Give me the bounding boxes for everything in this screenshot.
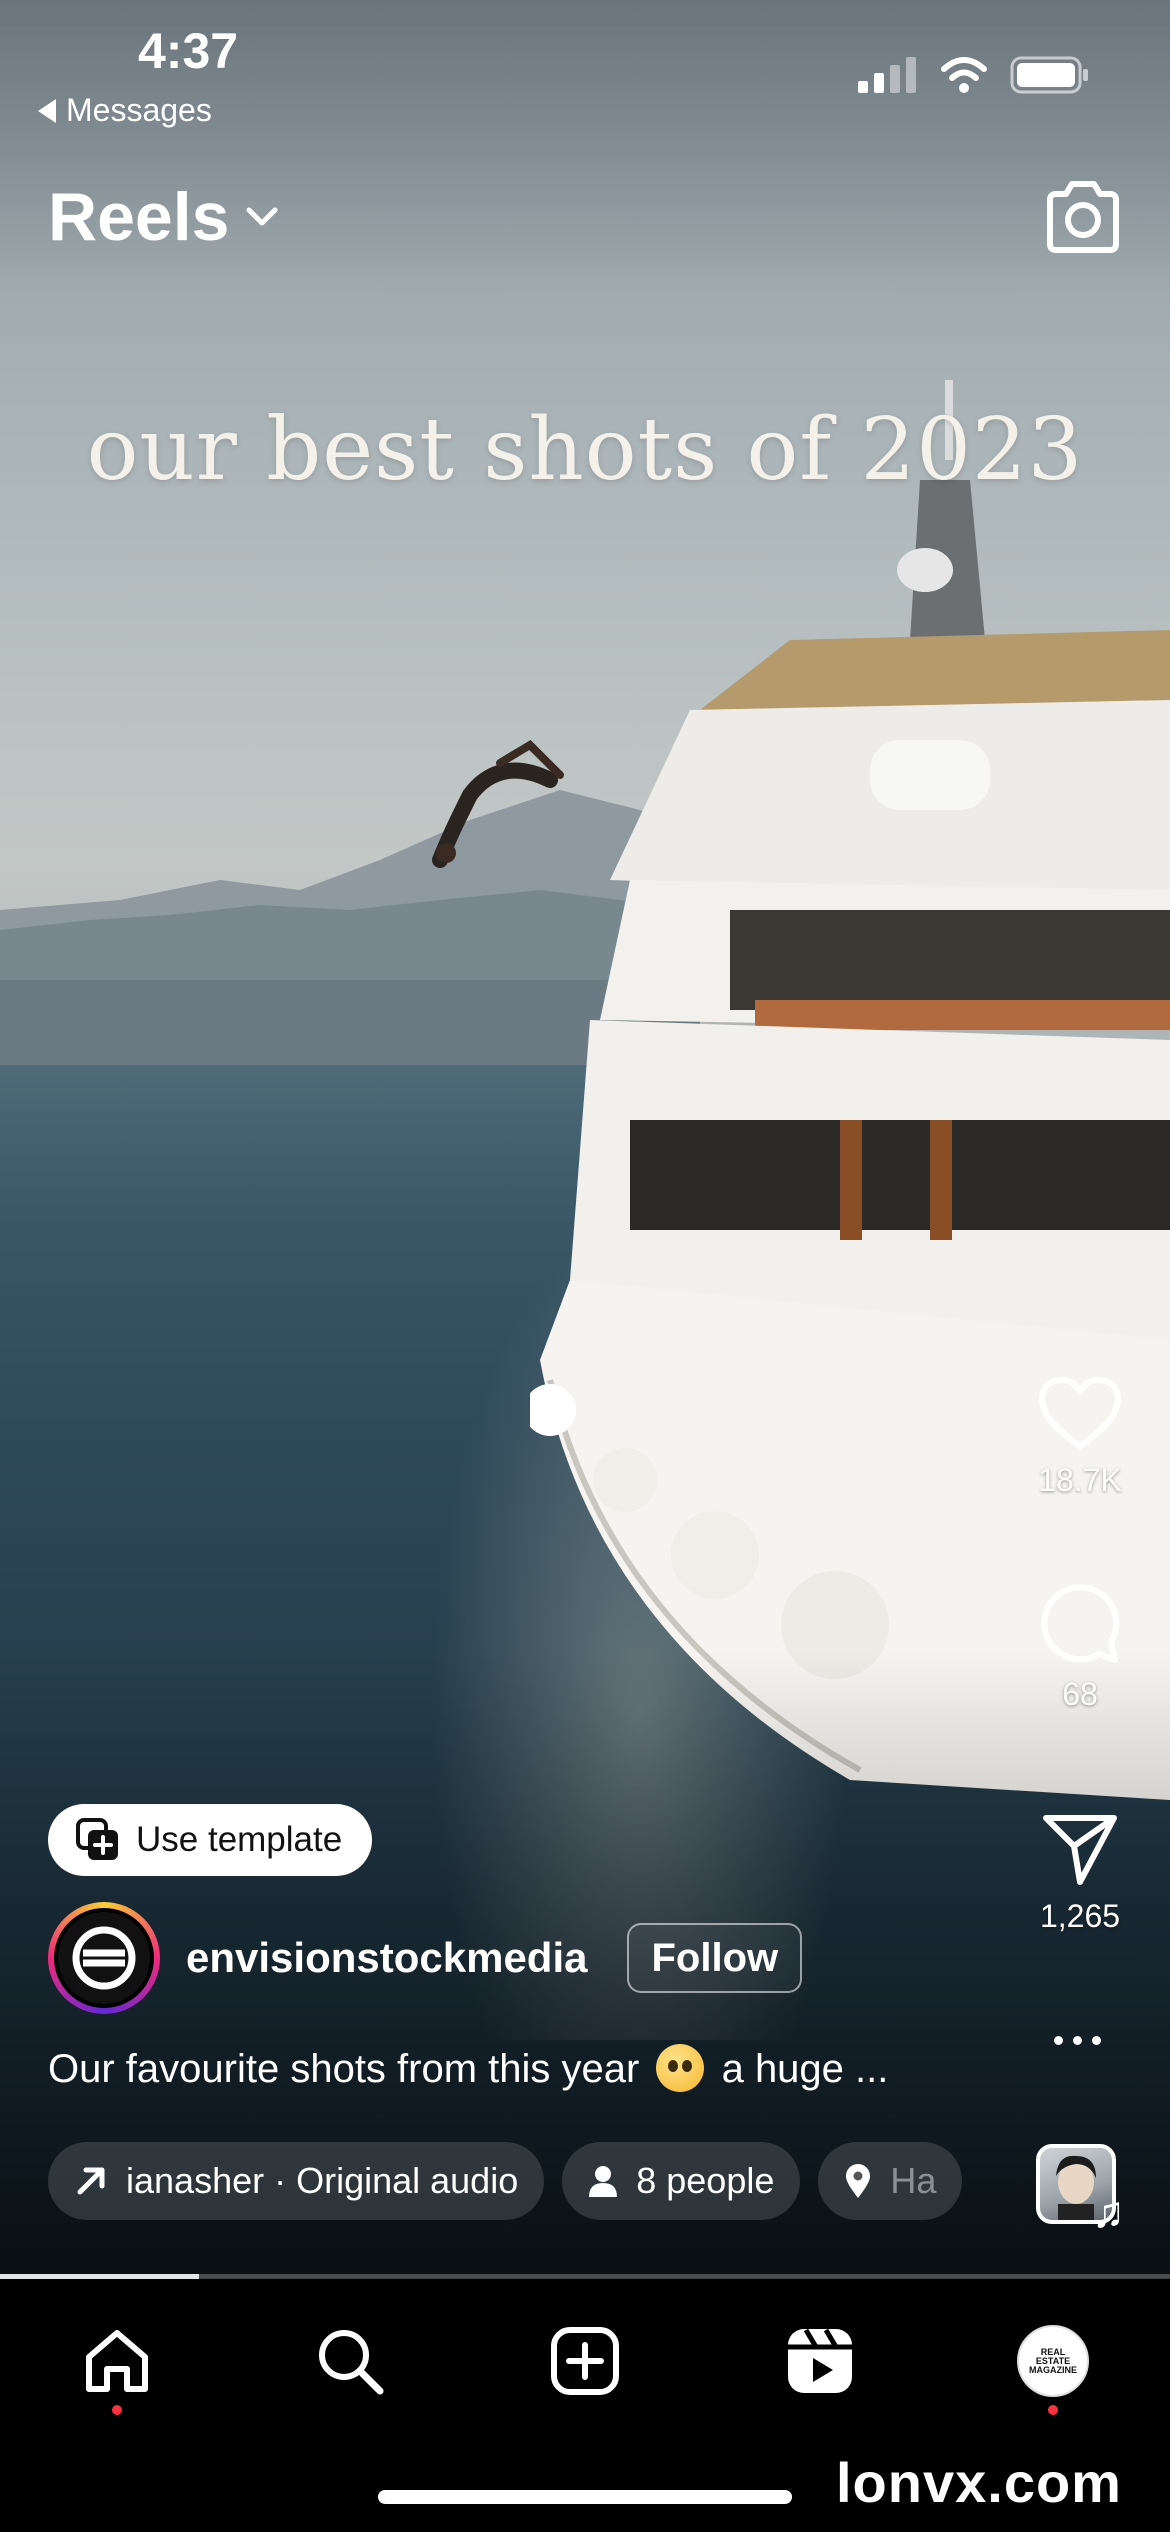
use-template-label: Use template xyxy=(136,1820,343,1859)
author-username[interactable]: envisionstockmedia xyxy=(186,1934,587,1982)
nav-reels[interactable] xyxy=(780,2321,860,2401)
nav-search[interactable] xyxy=(310,2321,390,2401)
heart-icon[interactable] xyxy=(1038,1376,1122,1452)
nav-profile[interactable]: REAL ESTATE MAGAZINE xyxy=(1013,2321,1093,2401)
status-time: 4:37 xyxy=(138,23,239,79)
more-options-icon[interactable] xyxy=(1054,2036,1101,2045)
pleading-face-emoji xyxy=(656,2044,705,2092)
page-title: Reels xyxy=(48,179,230,255)
people-chip-label: 8 people xyxy=(636,2160,775,2201)
send-icon[interactable] xyxy=(1040,1812,1120,1888)
author-avatar[interactable] xyxy=(48,1902,160,2014)
nav-create[interactable] xyxy=(545,2321,625,2401)
template-icon xyxy=(76,1818,118,1860)
cellular-signal-icon xyxy=(858,57,916,93)
location-pin-icon xyxy=(846,2164,871,2198)
status-icons xyxy=(858,56,1090,94)
home-notification-dot xyxy=(112,2405,122,2415)
caption-text-end: a huge ... xyxy=(721,2047,889,2091)
like-count: 18.7K xyxy=(1038,1462,1122,1498)
envision-logo-icon xyxy=(72,1926,136,1990)
home-indicator xyxy=(378,2490,792,2504)
like-action[interactable]: 18.7K xyxy=(1020,1376,1140,1499)
share-count: 1,265 xyxy=(1039,1898,1121,1934)
use-template-button[interactable]: Use template xyxy=(48,1804,373,1876)
audio-chip-label: ianasher · Original audio xyxy=(126,2160,519,2201)
location-chip-label: Ha xyxy=(890,2160,937,2201)
reel-chips: ianasher · Original audio 8 people Ha xyxy=(48,2142,968,2222)
back-label: Messages xyxy=(66,92,212,128)
audio-chip[interactable]: ianasher · Original audio xyxy=(48,2142,545,2220)
chevron-down-icon xyxy=(246,207,278,226)
arrow-up-right-icon xyxy=(77,2167,105,2195)
person-icon xyxy=(589,2166,618,2197)
location-chip[interactable]: Ha xyxy=(818,2142,963,2220)
profile-notification-dot xyxy=(1048,2405,1058,2415)
reel-caption[interactable]: Our favourite shots from this year a hug… xyxy=(48,2044,968,2092)
share-action[interactable]: 1,265 xyxy=(1020,1812,1140,1935)
back-arrow-icon xyxy=(38,98,56,123)
back-to-messages[interactable]: Messages xyxy=(38,92,212,129)
music-note-icon: ♫ xyxy=(1092,2188,1125,2237)
people-chip[interactable]: 8 people xyxy=(562,2142,801,2220)
search-icon xyxy=(319,2330,384,2395)
reels-feed-selector[interactable]: Reels xyxy=(48,178,279,256)
author-row: envisionstockmedia Follow xyxy=(48,1902,803,2014)
comment-count: 68 xyxy=(1062,1676,1098,1712)
comment-action[interactable]: 68 xyxy=(1020,1584,1140,1713)
battery-icon xyxy=(1010,56,1088,94)
video-overlay-text: our best shots of 2023 xyxy=(86,400,1084,500)
wifi-icon xyxy=(941,57,987,93)
reels-icon xyxy=(788,2328,852,2393)
nav-home[interactable] xyxy=(77,2321,157,2401)
create-icon xyxy=(551,2327,619,2395)
profile-avatar: REAL ESTATE MAGAZINE xyxy=(1017,2325,1089,2397)
home-icon xyxy=(86,2330,148,2392)
caption-text-start: Our favourite shots from this year xyxy=(48,2047,640,2091)
follow-button[interactable]: Follow xyxy=(627,1923,803,1993)
camera-icon[interactable] xyxy=(1042,176,1124,258)
watermark: lonvx.com xyxy=(836,2451,1122,2514)
comment-icon[interactable] xyxy=(1039,1584,1121,1666)
